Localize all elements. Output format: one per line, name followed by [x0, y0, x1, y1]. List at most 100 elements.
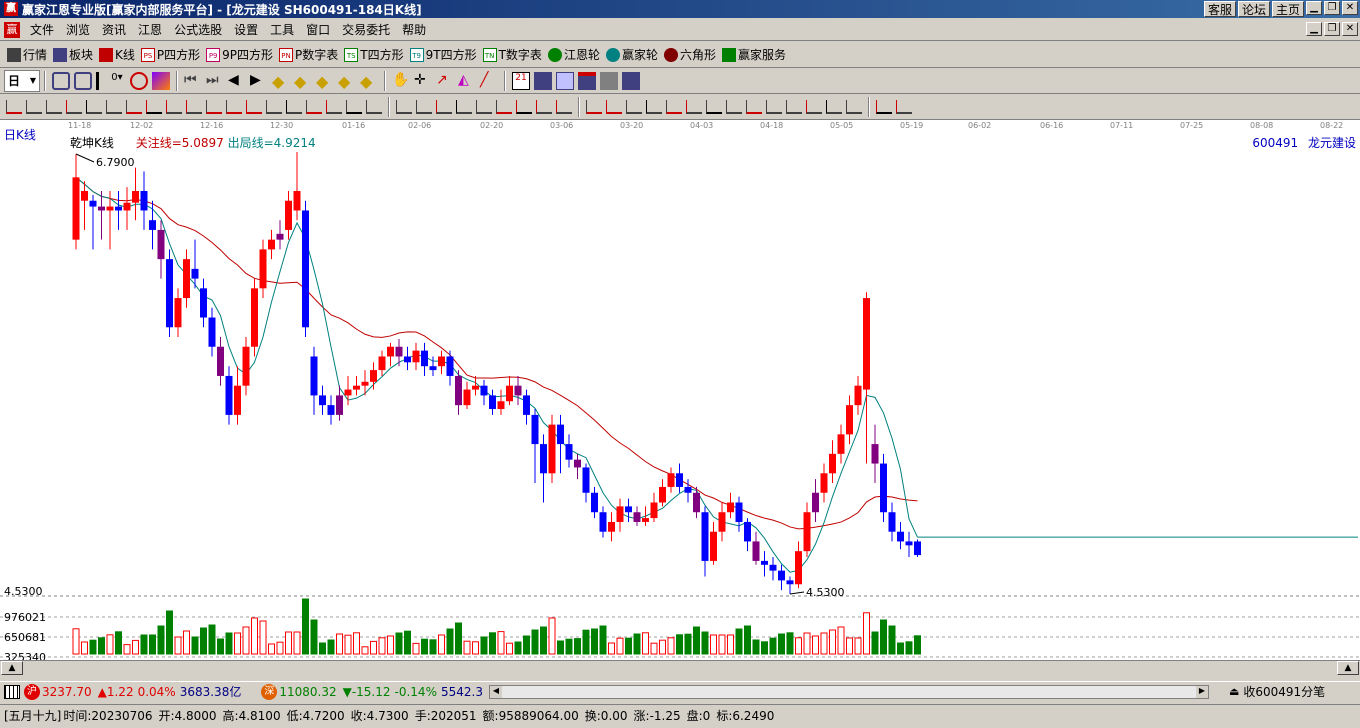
gann-fan-tool-icon[interactable]: [666, 99, 682, 114]
wave-tool-icon[interactable]: [126, 99, 142, 114]
hand-icon[interactable]: ✋: [392, 72, 410, 90]
menu-trade[interactable]: 交易委托: [336, 20, 396, 40]
ticker-scrollbar[interactable]: ◀ ▶: [488, 684, 1209, 699]
menu-formula-select[interactable]: 公式选股: [168, 20, 228, 40]
tick-data-label[interactable]: 收600491分笔: [1243, 683, 1325, 700]
first-page-icon[interactable]: ⏮: [184, 72, 202, 90]
scroll-up-icon[interactable]: ▲: [1, 661, 23, 675]
mdi-minimize-icon[interactable]: ▁: [1306, 22, 1322, 36]
vbars-tool-icon[interactable]: [26, 99, 42, 114]
channel-tool-icon[interactable]: [186, 99, 202, 114]
diamond-5-icon[interactable]: ◆: [360, 72, 378, 91]
scroll-down-icon[interactable]: ▲: [1337, 661, 1359, 675]
toolbar-9P-square-button[interactable]: P9 9P四方形: [203, 44, 276, 66]
gann-red-tool-icon[interactable]: [726, 99, 742, 114]
toolbar-sector-button[interactable]: 板块: [50, 44, 96, 66]
toolbar-winner-wheel-button[interactable]: 赢家轮: [603, 44, 661, 66]
regression-tool-icon[interactable]: [206, 99, 222, 114]
diamond-3-icon[interactable]: ◆: [316, 72, 334, 91]
app-menu-icon[interactable]: 赢: [4, 21, 20, 38]
toolbar-hexagon-button[interactable]: 六角形: [661, 44, 719, 66]
diamond-4-icon[interactable]: ◆: [338, 72, 356, 91]
service-link[interactable]: 客服: [1203, 1, 1236, 17]
pattern-icon[interactable]: ◭: [458, 72, 476, 90]
toolbar-kline-button[interactable]: K线: [96, 44, 138, 66]
gann-angle-tool-icon[interactable]: [766, 99, 782, 114]
ticker-right-icon[interactable]: ▶: [1195, 685, 1208, 698]
grid-menu-icon[interactable]: [4, 684, 20, 699]
flag-icon[interactable]: [152, 71, 170, 90]
gann-box-tool-icon[interactable]: [686, 99, 702, 114]
forum-link[interactable]: 论坛: [1237, 1, 1270, 17]
fib-time-tool-icon[interactable]: [646, 99, 662, 114]
ticker-left-icon[interactable]: ◀: [489, 685, 502, 698]
crosshair-icon[interactable]: ✛: [414, 72, 432, 90]
print-icon[interactable]: [600, 71, 618, 90]
diag-lines-tool-icon[interactable]: [556, 99, 572, 114]
cup-tool-icon[interactable]: [326, 99, 342, 114]
cycle-tool-icon[interactable]: [366, 99, 382, 114]
scale-icon[interactable]: 0▾: [108, 72, 126, 90]
gann-arc-tool-icon[interactable]: [806, 99, 822, 114]
select-tool-icon[interactable]: [396, 99, 412, 114]
hbars-tool-icon[interactable]: [46, 99, 62, 114]
restore-icon[interactable]: ❐: [1324, 1, 1340, 15]
speedline-tool-icon[interactable]: [106, 99, 122, 114]
toolbar-T-number-table-button[interactable]: TN T数字表: [480, 44, 545, 66]
candlestick-chart[interactable]: 6.7900 4.5300: [0, 120, 1360, 676]
toolbar-dollar-service-button[interactable]: 赢家服务: [719, 44, 789, 66]
parallel-tool-icon[interactable]: [166, 99, 182, 114]
pencil-tool-icon[interactable]: [6, 99, 22, 114]
grid-box-tool-icon[interactable]: [516, 99, 532, 114]
toolbar-quote-grid-button[interactable]: 行情: [4, 44, 50, 66]
table-icon[interactable]: [556, 71, 574, 90]
fan-tool-icon[interactable]: [66, 99, 82, 114]
toolbar-P4-square-button[interactable]: PS P四方形: [138, 44, 203, 66]
grid-icon[interactable]: [52, 71, 70, 90]
export-icon[interactable]: [622, 71, 640, 90]
toolbar-gann-wheel-button[interactable]: 江恩轮: [545, 44, 603, 66]
alert-icon[interactable]: [130, 71, 148, 90]
trend-fan-tool-icon[interactable]: [416, 99, 432, 114]
menu-window[interactable]: 窗口: [300, 20, 336, 40]
toolbar-9T-square-button[interactable]: T9 9T四方形: [407, 44, 480, 66]
trend-icon[interactable]: ↗: [436, 72, 454, 90]
toolbar-T4-square-button[interactable]: TS T四方形: [341, 44, 406, 66]
scroll-left-icon[interactable]: ◀: [228, 72, 246, 90]
period-select[interactable]: 日 ▼: [4, 69, 40, 92]
box-tool-icon[interactable]: [266, 99, 282, 114]
close-icon[interactable]: ✕: [1342, 1, 1358, 15]
calculator-icon[interactable]: [534, 71, 552, 90]
arc-tool-icon[interactable]: [86, 99, 102, 114]
gann-wave-tool-icon[interactable]: [706, 99, 722, 114]
percent-tool-icon[interactable]: [626, 99, 642, 114]
grid-red-tool-icon[interactable]: [536, 99, 552, 114]
fib-pct-tool-icon[interactable]: [606, 99, 622, 114]
mdi-close-icon[interactable]: ✕: [1342, 22, 1358, 36]
chart-scrollbar[interactable]: ▲ ▲: [0, 660, 1360, 676]
histogram-tool-icon[interactable]: [346, 99, 362, 114]
menu-gann[interactable]: 江恩: [132, 20, 168, 40]
mdi-restore-icon[interactable]: ❐: [1324, 22, 1340, 36]
cross-target-tool-icon[interactable]: [226, 99, 242, 114]
line-tool-icon[interactable]: ╱: [480, 72, 498, 90]
scroll-right-icon[interactable]: ▶: [250, 72, 268, 90]
last-page-icon[interactable]: ⏭: [206, 72, 224, 90]
palette-tool-icon[interactable]: [876, 99, 892, 114]
diamond-1-icon[interactable]: ◆: [272, 72, 290, 91]
list-icon[interactable]: [74, 71, 92, 90]
menu-help[interactable]: 帮助: [396, 20, 432, 40]
bracket-tool-icon[interactable]: [286, 99, 302, 114]
menu-file[interactable]: 文件: [24, 20, 60, 40]
angle-tool-icon[interactable]: [476, 99, 492, 114]
gann-grid-tool-icon[interactable]: [786, 99, 802, 114]
check-tool-icon[interactable]: [496, 99, 512, 114]
menu-browse[interactable]: 浏览: [60, 20, 96, 40]
table2-tool-icon[interactable]: [586, 99, 602, 114]
ellipse-tool-icon[interactable]: [146, 99, 162, 114]
diamond-2-icon[interactable]: ◆: [294, 72, 312, 91]
grid-pattern-tool-icon[interactable]: [436, 99, 452, 114]
gann-sq-tool-icon[interactable]: [826, 99, 842, 114]
menu-tools[interactable]: 工具: [264, 20, 300, 40]
homepage-link[interactable]: 主页: [1271, 1, 1304, 17]
